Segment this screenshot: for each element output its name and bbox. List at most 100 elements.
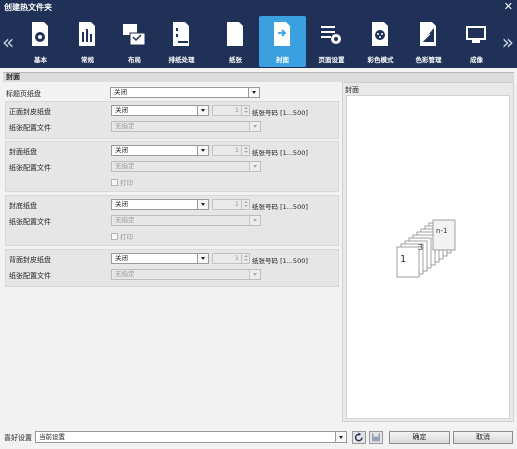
tab-output-finishing[interactable]: 排纸处理 [158, 16, 205, 67]
chevron-down-icon [249, 162, 260, 171]
general-icon [79, 22, 95, 46]
layout-icon [123, 24, 146, 46]
color-management-icon [420, 22, 436, 46]
back-cover-profile-select[interactable]: 无指定 [111, 269, 261, 280]
preview-title: 封面 [345, 86, 359, 94]
stepper-arrows-icon[interactable] [241, 254, 249, 263]
refresh-button[interactable] [352, 431, 366, 444]
back-profile-value: 无指定 [115, 216, 135, 224]
back-page-value: 1 [234, 200, 239, 208]
title-tray-select[interactable]: 关闭 [110, 87, 260, 98]
back-profile-label: 纸张配置文件 [9, 218, 51, 226]
cover-print-checkbox[interactable]: 打印 [111, 177, 133, 187]
front-cover-tray-value: 关闭 [115, 106, 128, 114]
cover-settings-panel: 标题页纸盘 关闭 正面封皮纸盘 关闭 1 纸张号码 [1...500] 纸张配置… [3, 82, 340, 422]
basic-settings-icon [32, 22, 48, 46]
title-tray-label: 标题页纸盘 [6, 90, 41, 98]
back-tray-value: 关闭 [115, 200, 128, 208]
back-cover-profile-label: 纸张配置文件 [9, 272, 51, 280]
back-group: 封底纸盘 关闭 1 纸张号码 [1...500] 纸张配置文件 无指定 打印 [5, 195, 339, 246]
front-cover-page-stepper[interactable]: 1 [212, 105, 250, 116]
preview-page-last: n-1 [436, 227, 447, 235]
close-icon[interactable]: ✕ [504, 0, 513, 13]
tab-label: 纸张 [229, 56, 242, 64]
cover-tray-select[interactable]: 关闭 [111, 145, 209, 156]
back-tray-select[interactable]: 关闭 [111, 199, 209, 210]
cover-icon [274, 22, 290, 46]
back-cover-page-value: 1 [234, 254, 239, 262]
stepper-arrows-icon[interactable] [241, 200, 249, 209]
tab-basic[interactable]: 基本 [17, 16, 64, 67]
stepper-arrows-icon[interactable] [241, 106, 249, 115]
tab-label: 常规 [81, 56, 94, 64]
output-finishing-icon [173, 22, 189, 46]
favorite-label: 喜好设置 [4, 434, 32, 442]
tab-label: 排纸处理 [168, 56, 195, 64]
scroll-left-icon[interactable]: « [2, 30, 14, 54]
checkbox-icon [111, 233, 118, 240]
chevron-down-icon [248, 88, 259, 97]
ok-button[interactable]: 确定 [389, 431, 450, 444]
cover-page-stepper[interactable]: 1 [212, 145, 250, 156]
tab-color-management[interactable]: 色彩管理 [405, 16, 452, 67]
tab-color-mode[interactable]: 彩色模式 [357, 16, 404, 67]
tab-label: 色彩管理 [415, 56, 442, 64]
window-title: 创建热文件夹 [4, 3, 52, 12]
chevron-down-icon [249, 122, 260, 131]
front-cover-profile-select[interactable]: 无指定 [111, 121, 261, 132]
section-header: 封面 [3, 72, 514, 82]
back-cover-profile-value: 无指定 [115, 270, 135, 278]
title-tray-value: 关闭 [114, 88, 127, 96]
chevron-down-icon [249, 270, 260, 279]
cover-profile-select[interactable]: 无指定 [111, 161, 261, 172]
page-stack-illustration: 1 3 n-1 [396, 219, 456, 278]
back-profile-select[interactable]: 无指定 [111, 215, 261, 226]
cover-profile-label: 纸张配置文件 [9, 164, 51, 172]
stepper-arrows-icon[interactable] [241, 146, 249, 155]
tab-page-settings[interactable]: 页面设置 [308, 16, 355, 67]
front-cover-group: 正面封皮纸盘 关闭 1 纸张号码 [1...500] 纸张配置文件 无指定 [5, 101, 339, 139]
checkbox-icon [111, 179, 118, 186]
cover-tray-value: 关闭 [115, 146, 128, 154]
chevron-down-icon [197, 200, 208, 209]
tab-label: 成像 [470, 56, 483, 64]
tab-label: 页面设置 [318, 56, 345, 64]
window-titlebar: 创建热文件夹 ✕ [0, 0, 517, 14]
cancel-button[interactable]: 取消 [453, 431, 513, 444]
cover-page-range: 纸张号码 [1...500] [252, 149, 308, 157]
favorite-select[interactable]: 当前设置 [35, 431, 347, 443]
favorite-value: 当前设置 [39, 433, 65, 441]
back-tray-label: 封底纸盘 [9, 202, 37, 210]
tab-imaging[interactable]: 成像 [453, 16, 500, 67]
cover-print-label: 打印 [120, 179, 133, 187]
front-cover-page-range: 纸张号码 [1...500] [252, 109, 308, 117]
footer-bar: 喜好设置 当前设置 确定 取消 [0, 428, 517, 449]
tab-paper[interactable]: 纸张 [212, 16, 259, 67]
front-cover-tray-select[interactable]: 关闭 [111, 105, 209, 116]
save-icon [372, 433, 380, 442]
preview-canvas: 1 3 n-1 [346, 95, 510, 419]
chevron-down-icon [249, 216, 260, 225]
settings-toolbar: « 基本 常规 布局 排纸处理 纸张 封面 页面设置 彩色模式 色彩管理 成像 … [0, 14, 517, 68]
tab-cover[interactable]: 封面 [259, 16, 306, 67]
back-cover-page-range: 纸张号码 [1...500] [252, 257, 308, 265]
back-cover-tray-select[interactable]: 关闭 [111, 253, 209, 264]
tab-label: 基本 [34, 56, 47, 64]
back-page-stepper[interactable]: 1 [212, 199, 250, 210]
tab-label: 封面 [276, 56, 289, 64]
imaging-icon [466, 26, 486, 43]
chevron-down-icon [335, 432, 346, 442]
back-page-range: 纸张号码 [1...500] [252, 203, 308, 211]
chevron-down-icon [197, 146, 208, 155]
back-cover-group: 背面封皮纸盘 关闭 1 纸张号码 [1...500] 纸张配置文件 无指定 [5, 249, 339, 287]
tab-layout[interactable]: 布局 [111, 16, 158, 67]
cover-profile-value: 无指定 [115, 162, 135, 170]
tab-general[interactable]: 常规 [64, 16, 111, 67]
save-button[interactable] [369, 431, 383, 444]
cover-page-value: 1 [234, 146, 239, 154]
scroll-right-icon[interactable]: » [502, 30, 514, 54]
back-cover-page-stepper[interactable]: 1 [212, 253, 250, 264]
chevron-down-icon [197, 106, 208, 115]
back-print-checkbox[interactable]: 打印 [111, 231, 133, 241]
front-cover-profile-label: 纸张配置文件 [9, 124, 51, 132]
